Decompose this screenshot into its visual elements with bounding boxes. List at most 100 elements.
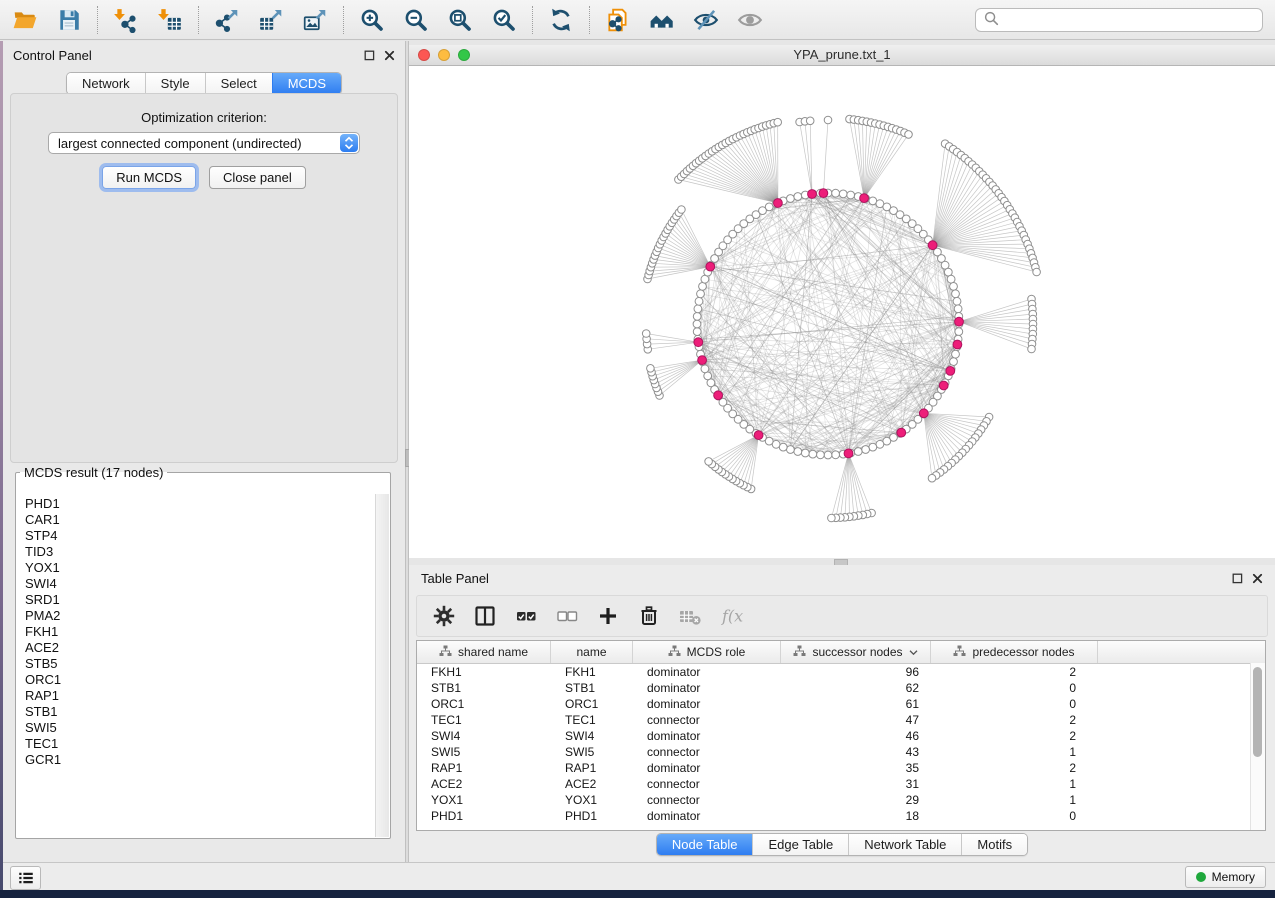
mcds-result-item[interactable]: CAR1 — [25, 512, 61, 528]
import-table-button[interactable] — [153, 4, 187, 36]
mcds-result-item[interactable]: FKH1 — [25, 624, 61, 640]
network-window-title: YPA_prune.txt_1 — [409, 45, 1275, 64]
cell-shared-name: SWI5 — [417, 744, 551, 760]
float-panel-icon[interactable] — [363, 50, 375, 62]
table-row[interactable]: YOX1YOX1connector291 — [417, 792, 1265, 808]
select-all-boxes-button[interactable] — [513, 603, 539, 629]
float-table-panel-icon[interactable] — [1231, 573, 1243, 585]
column-layout-button[interactable] — [472, 603, 498, 629]
cell-name: SWI5 — [551, 744, 633, 760]
mcds-result-item[interactable]: TEC1 — [25, 736, 61, 752]
export-image-button[interactable] — [298, 4, 332, 36]
mcds-result-item[interactable]: STP4 — [25, 528, 61, 544]
column-type-icon — [953, 645, 966, 660]
tab-network-table[interactable]: Network Table — [848, 834, 961, 855]
hide-panels-button[interactable] — [689, 4, 723, 36]
function-builder-button: f(x) — [718, 603, 744, 629]
cell-predecessor-nodes: 2 — [931, 760, 1098, 776]
network-canvas[interactable] — [409, 66, 1275, 559]
mcds-result-item[interactable]: GCR1 — [25, 752, 61, 768]
column-header-predecessor-nodes[interactable]: predecessor nodes — [931, 641, 1098, 663]
mcds-result-item[interactable]: TID3 — [25, 544, 61, 560]
create-column-button[interactable] — [595, 603, 621, 629]
export-network-button[interactable] — [210, 4, 244, 36]
run-mcds-button[interactable]: Run MCDS — [102, 166, 196, 189]
mcds-result-item[interactable]: ACE2 — [25, 640, 61, 656]
cell-name: ORC1 — [551, 696, 633, 712]
toolbar-separator — [97, 6, 98, 34]
memory-label: Memory — [1212, 870, 1255, 884]
cell-successor-nodes: 31 — [781, 776, 931, 792]
task-history-button[interactable] — [10, 866, 41, 890]
zoom-in-button[interactable] — [355, 4, 389, 36]
mcds-result-item[interactable]: YOX1 — [25, 560, 61, 576]
mcds-result-item[interactable]: RAP1 — [25, 688, 61, 704]
network-manager-button[interactable] — [645, 4, 679, 36]
zoom-selected-button[interactable] — [487, 4, 521, 36]
tab-mcds[interactable]: MCDS — [272, 73, 341, 94]
column-header-successor-nodes[interactable]: successor nodes — [781, 641, 931, 663]
refresh-view-button[interactable] — [544, 4, 578, 36]
mcds-result-item[interactable]: STB1 — [25, 704, 61, 720]
table-row[interactable]: TEC1TEC1connector472 — [417, 712, 1265, 728]
import-network-button[interactable] — [109, 4, 143, 36]
mcds-result-item[interactable]: SWI5 — [25, 720, 61, 736]
table-scrollbar-thumb[interactable] — [1253, 667, 1262, 757]
column-header-shared-name[interactable]: shared name — [417, 641, 551, 663]
mcds-result-item[interactable]: STB5 — [25, 656, 61, 672]
settings-gear-button[interactable] — [431, 603, 457, 629]
table-row[interactable]: RAP1RAP1dominator352 — [417, 760, 1265, 776]
close-panel-icon[interactable] — [383, 50, 395, 62]
window-maximize-button[interactable] — [458, 49, 470, 61]
zoom-out-button[interactable] — [399, 4, 433, 36]
mcds-result-item[interactable]: SRD1 — [25, 592, 61, 608]
column-type-icon — [793, 645, 806, 660]
table-row[interactable]: SWI5SWI5connector431 — [417, 744, 1265, 760]
table-row[interactable]: PHD1PHD1dominator180 — [417, 808, 1265, 824]
zoom-fit-content-button[interactable] — [443, 4, 477, 36]
memory-button[interactable]: Memory — [1185, 866, 1266, 888]
mcds-result-scrollbar[interactable] — [375, 494, 389, 837]
column-type-icon — [439, 645, 452, 660]
table-row[interactable]: STB1STB1dominator620 — [417, 680, 1265, 696]
save-session-button[interactable] — [52, 4, 86, 36]
window-minimize-button[interactable] — [438, 49, 450, 61]
deselect-all-boxes-button[interactable] — [554, 603, 580, 629]
window-close-button[interactable] — [418, 49, 430, 61]
cell-MCDS-role: dominator — [633, 680, 781, 696]
export-table-button[interactable] — [254, 4, 288, 36]
table-row[interactable]: FKH1FKH1dominator962 — [417, 664, 1265, 680]
clone-network-button[interactable] — [601, 4, 635, 36]
mcds-result-item[interactable]: PMA2 — [25, 608, 61, 624]
mcds-result-item[interactable]: SWI4 — [25, 576, 61, 592]
cell-successor-nodes: 47 — [781, 712, 931, 728]
search-field[interactable] — [975, 8, 1263, 32]
mcds-result-title: MCDS result (17 nodes) — [20, 465, 167, 480]
mcds-result-item[interactable]: ORC1 — [25, 672, 61, 688]
search-input[interactable] — [1004, 12, 1262, 29]
close-panel-button[interactable]: Close panel — [209, 166, 306, 189]
tab-select[interactable]: Select — [205, 73, 272, 94]
table-scrollbar[interactable] — [1250, 663, 1265, 830]
table-row[interactable]: ACE2ACE2connector311 — [417, 776, 1265, 792]
tab-style[interactable]: Style — [145, 73, 205, 94]
open-session-button[interactable] — [8, 4, 42, 36]
show-hidden-button — [733, 4, 767, 36]
horizontal-splitter[interactable] — [409, 558, 1275, 565]
optimization-criterion-select[interactable]: largest connected component (undirected) — [48, 132, 360, 154]
column-header-name[interactable]: name — [551, 641, 633, 663]
cell-shared-name: RAP1 — [417, 760, 551, 776]
tab-node-table[interactable]: Node Table — [657, 834, 753, 855]
desktop-edge — [0, 41, 3, 890]
tab-network[interactable]: Network — [67, 73, 145, 94]
mcds-result-item[interactable]: PHD1 — [25, 496, 61, 512]
column-header-MCDS-role[interactable]: MCDS role — [633, 641, 781, 663]
tab-motifs[interactable]: Motifs — [961, 834, 1027, 855]
close-table-panel-icon[interactable] — [1251, 573, 1263, 585]
tab-edge-table[interactable]: Edge Table — [752, 834, 848, 855]
table-row[interactable]: SWI4SWI4dominator462 — [417, 728, 1265, 744]
main-toolbar — [0, 0, 1275, 40]
cell-shared-name: SWI4 — [417, 728, 551, 744]
table-row[interactable]: ORC1ORC1dominator610 — [417, 696, 1265, 712]
delete-column-button[interactable] — [636, 603, 662, 629]
